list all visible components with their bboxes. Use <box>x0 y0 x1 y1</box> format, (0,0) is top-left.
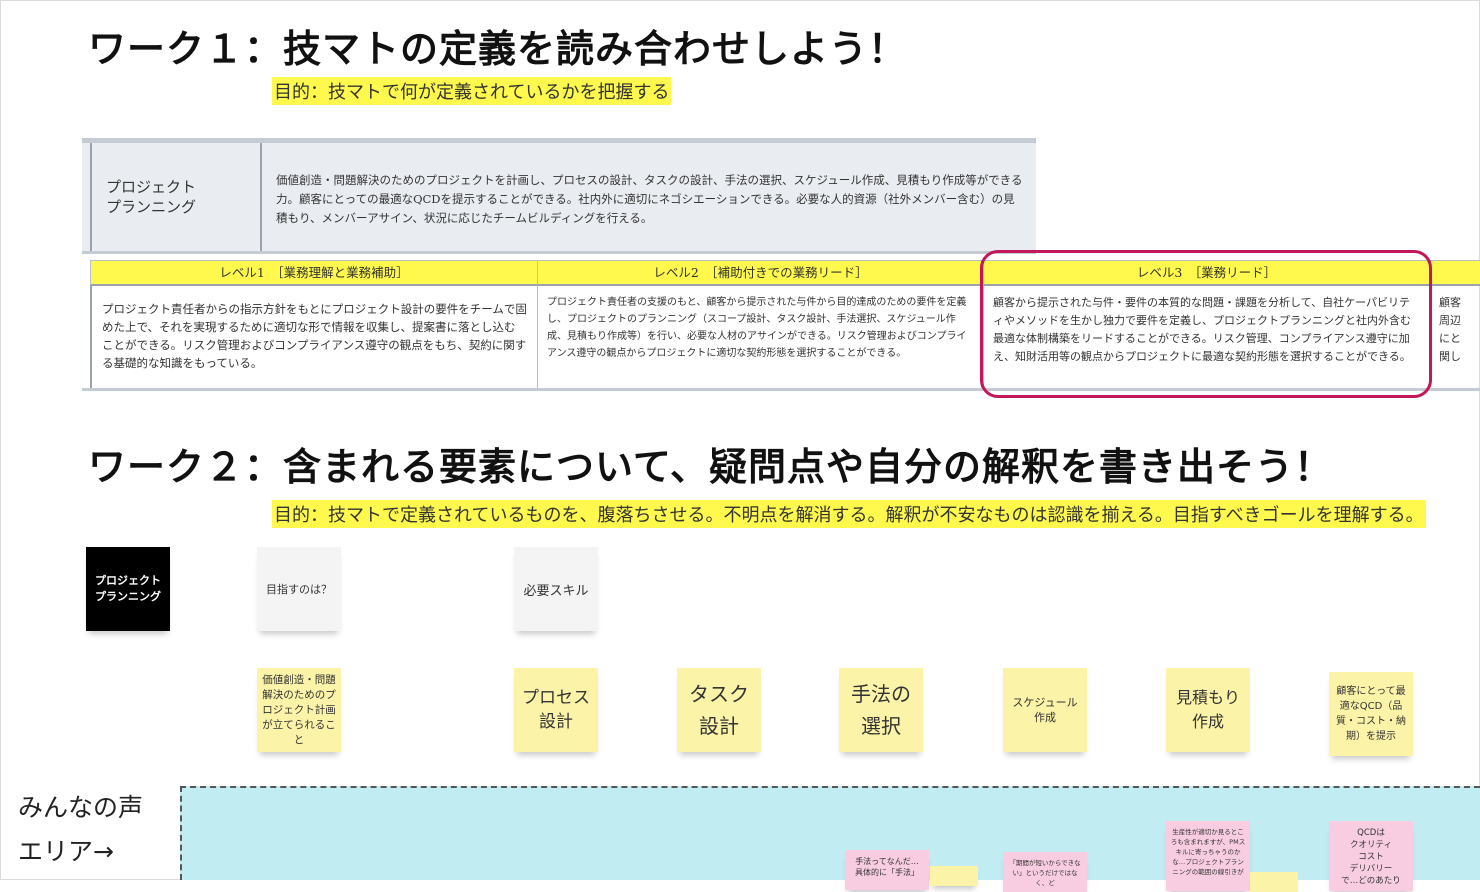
sticky-element-process-design[interactable]: プロセス 設計 <box>514 668 598 752</box>
sticky-element-value-creation[interactable]: 価値創造・問題解決のためのプロジェクト計画が立てられること <box>257 668 341 752</box>
work2-heading: ワーク２：含まれる要素について、疑問点や自分の解釈を書き出そう！ <box>88 445 1333 489</box>
definition-description: 価値創造・問題解決のためのプロジェクトを計画し、プロセスの設計、タスクの設計、手… <box>276 173 1023 225</box>
level2-body: プロジェクト責任者の支援のもと、顧客から提示された与件から目的達成のための要件を… <box>537 286 984 390</box>
sticky-element-estimate[interactable]: 見積もり 作成 <box>1166 668 1250 752</box>
level1-header: レベル1 ［業務理解と業務補助］ <box>90 260 538 286</box>
sticky-element-task-design[interactable]: タスク 設計 <box>677 668 761 752</box>
sticky-goal[interactable]: 目指すのは？ <box>257 547 341 631</box>
work1-purpose: 目的：技マトで何が定義されているかを把握する <box>272 77 672 105</box>
sticky-required-skills[interactable]: 必要スキル <box>514 547 598 631</box>
voice-area-label: みんなの声 エリア→ <box>18 793 144 866</box>
level4-body: 顧客 周辺 にと 関し <box>1429 286 1480 390</box>
sticky-element-method-selection[interactable]: 手法の 選択 <box>839 668 923 752</box>
voice-note[interactable]: 手法ってなんだ… 具体的に「手法」 <box>845 850 929 890</box>
level1-body: プロジェクト責任者からの指示方針をもとにプロジェクト設計の要件をチームで固めた上… <box>90 286 538 390</box>
voice-note[interactable]: 「期間が短いからできない」というだけではなく、ど <box>1003 852 1087 892</box>
sticky-element-qcd[interactable]: 顧客にとって最適なQCD（品質・コスト・納期）を提示 <box>1329 672 1413 756</box>
voice-note[interactable]: 生産性が適切か見るところも含まれますが、PMスキルに寄っちゃうのかな…プロジェク… <box>1166 821 1250 891</box>
voice-note-partial[interactable] <box>930 866 978 886</box>
level3-focus-outline <box>980 250 1432 398</box>
definition-name: プロジェクト プランニング <box>90 143 262 251</box>
voice-note[interactable]: QCDは クオリティ コスト デリバリー で…どのあたり <box>1329 821 1413 891</box>
work1-heading: ワーク１：技マトの定義を読み合わせしよう！ <box>88 27 908 71</box>
voice-area[interactable] <box>180 786 1480 880</box>
level2-header: レベル2 ［補助付きでの業務リード］ <box>537 260 984 286</box>
sticky-theme[interactable]: プロジェクト プランニング <box>86 547 170 631</box>
definition-table: プロジェクト プランニング 価値創造・問題解決のためのプロジェクトを計画し、プロ… <box>82 138 1036 254</box>
voice-note-partial[interactable] <box>1250 872 1298 892</box>
sticky-element-schedule[interactable]: スケジュール 作成 <box>1003 668 1087 752</box>
level4-header <box>1429 260 1480 286</box>
work2-purpose: 目的：技マトで定義されているものを、腹落ちさせる。不明点を解消する。解釈が不安な… <box>272 500 1426 528</box>
